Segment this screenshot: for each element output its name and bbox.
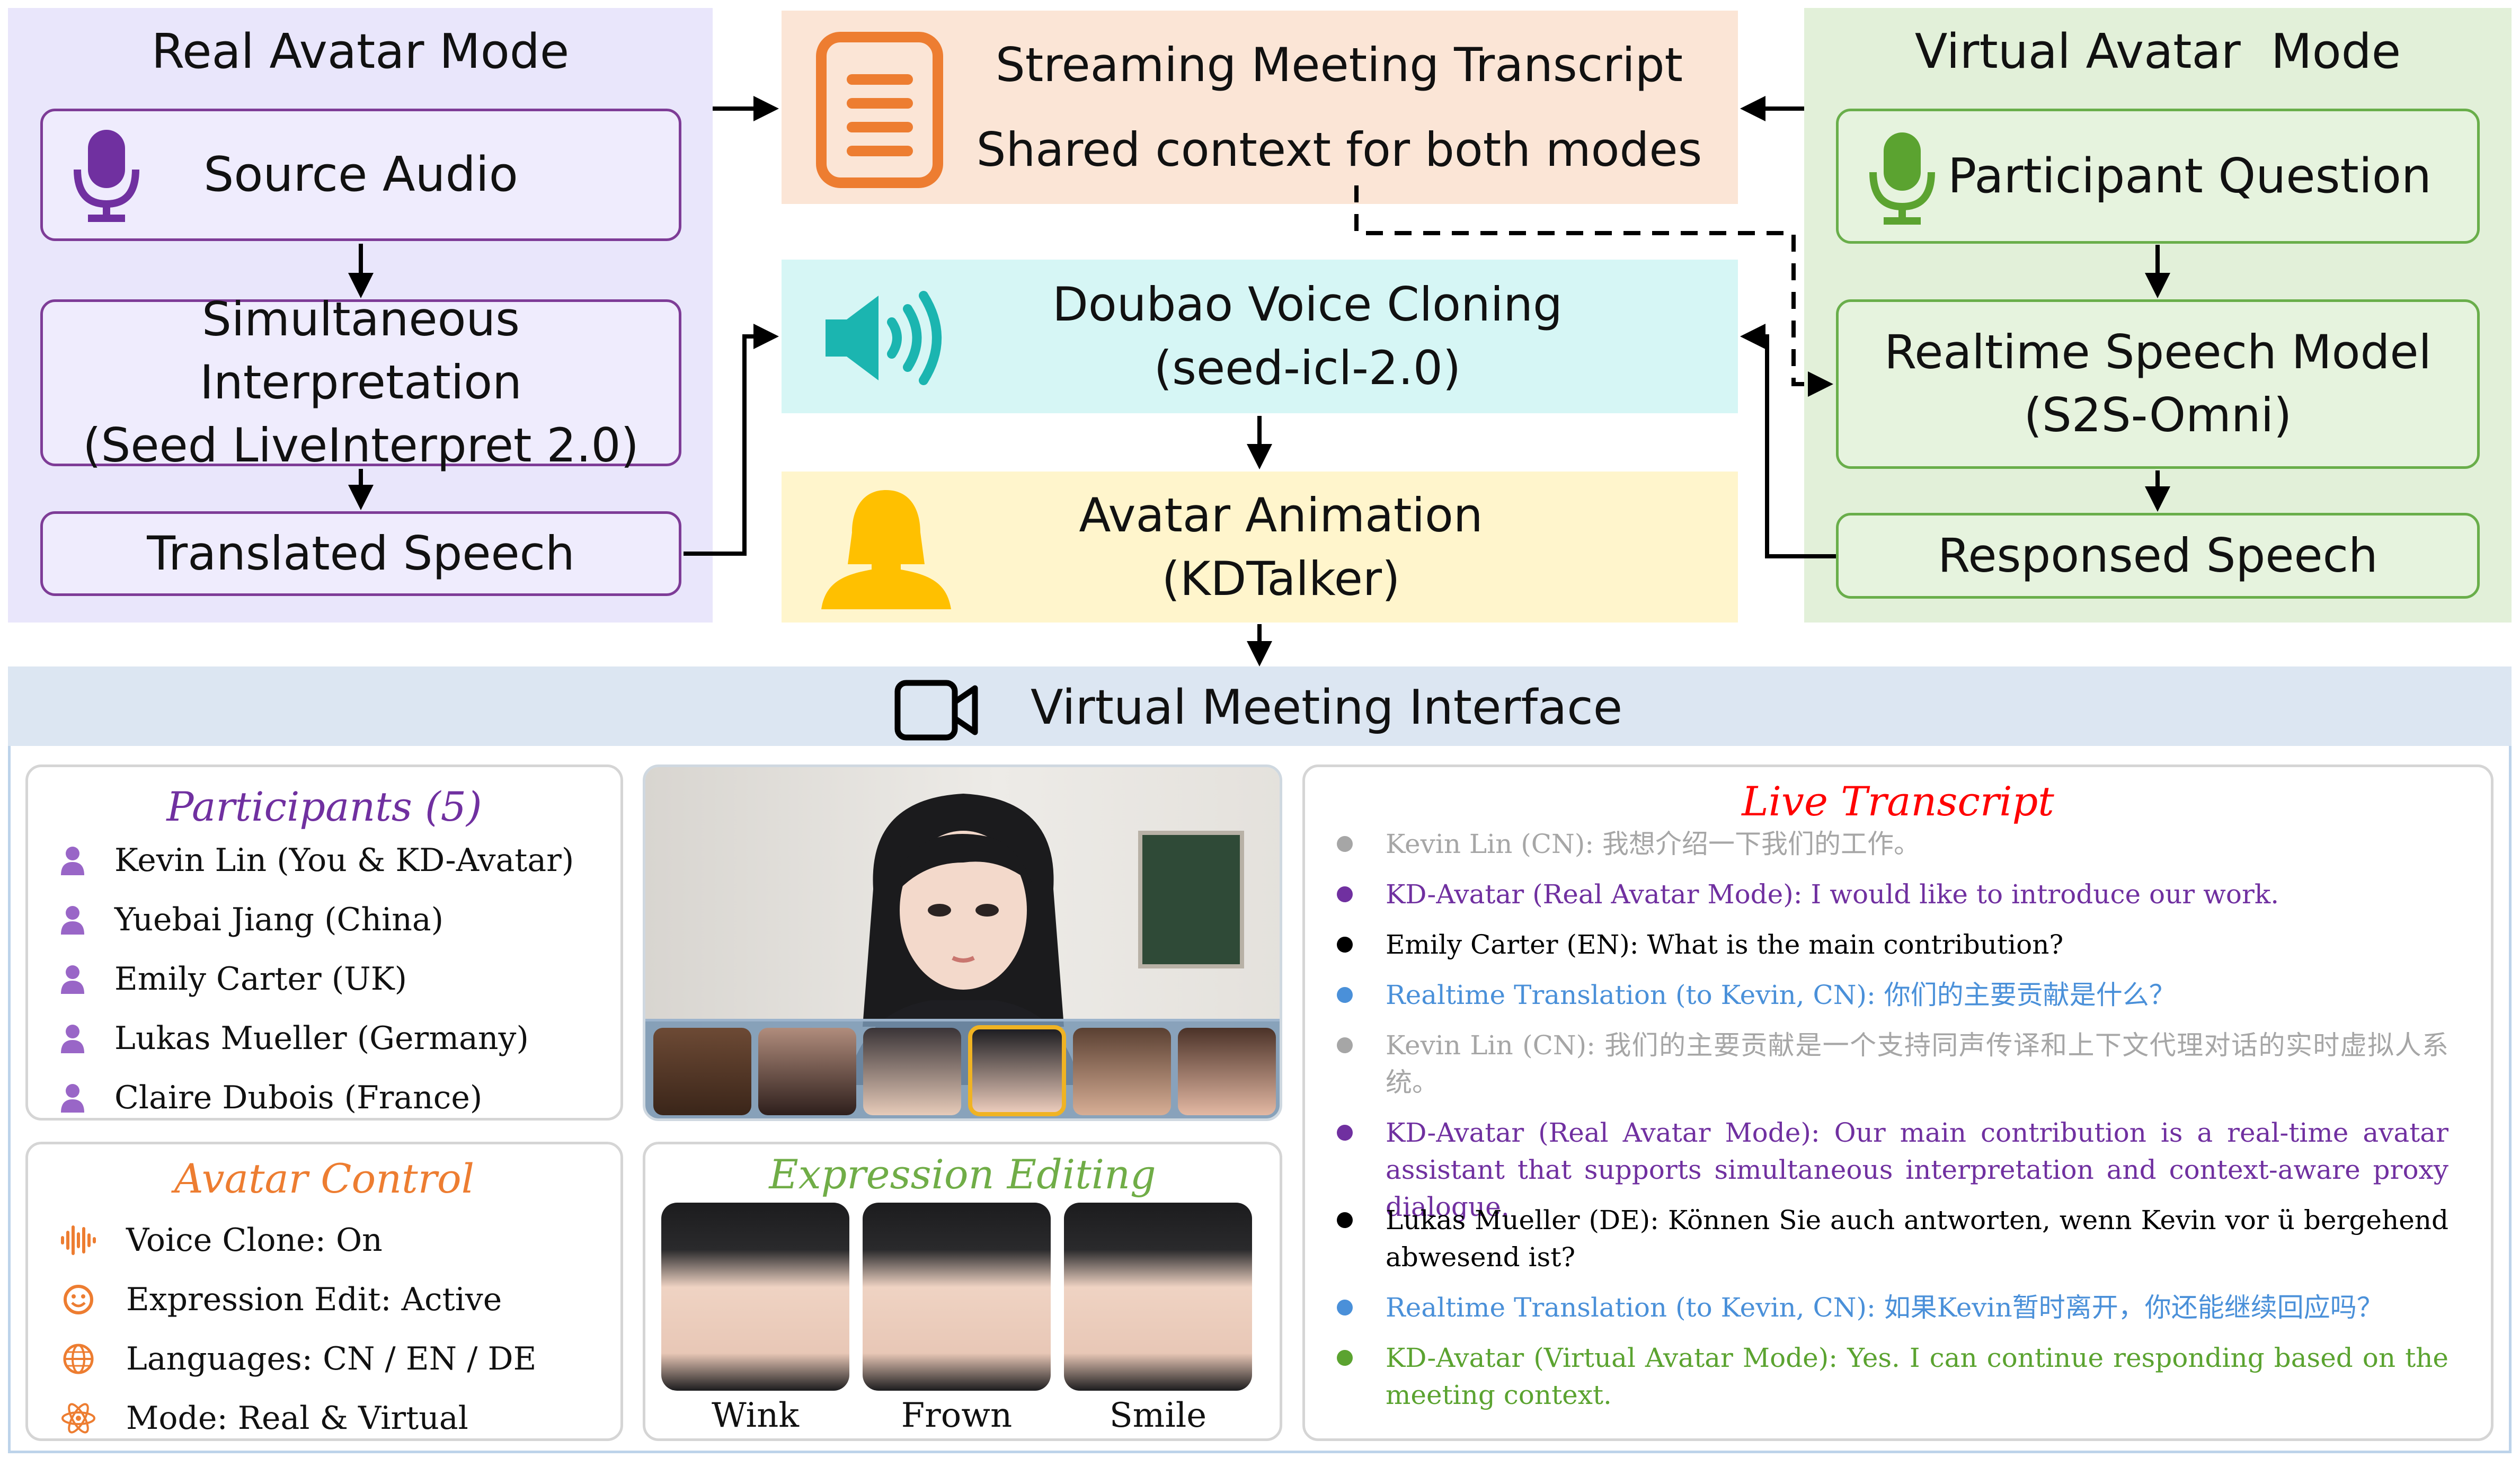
languages-status[interactable]: Languages: CN / EN / DE <box>60 1329 610 1389</box>
dashed-context-arrow <box>1354 185 1833 397</box>
globe-icon <box>63 1344 94 1374</box>
main-video-frame[interactable] <box>643 764 1282 1121</box>
live-transcript-title: Live Transcript <box>1742 778 2054 825</box>
participant-item[interactable]: Lukas Mueller (Germany) <box>60 1009 610 1068</box>
atom-icon <box>61 1403 95 1434</box>
participant-item[interactable]: Claire Dubois (France) <box>60 1068 610 1127</box>
transcript-line: Realtime Translation (to Kevin, CN): 如果K… <box>1337 1289 2448 1326</box>
expression-label-wink: Wink <box>711 1396 800 1435</box>
participant-name: Claire Dubois (France) <box>114 1079 483 1116</box>
avatar-control-card: Avatar Control Voice Clone: On Expressio… <box>25 1142 623 1441</box>
expression-edit-status[interactable]: Expression Edit: Active <box>60 1270 610 1329</box>
avatar-control-title: Avatar Control <box>174 1155 475 1202</box>
participant-thumbnail[interactable] <box>1178 1028 1276 1115</box>
participant-thumbnail-selected[interactable] <box>968 1025 1066 1116</box>
user-icon <box>61 1024 84 1053</box>
participants-title: Participants (5) <box>166 783 482 830</box>
mode-status[interactable]: Mode: Real & Virtual <box>60 1389 610 1448</box>
user-icon <box>61 905 84 935</box>
transcript-line: Kevin Lin (CN): 我们的主要贡献是一个支持同声传译和上下文代理对话… <box>1337 1027 2448 1101</box>
expression-frown-image[interactable] <box>863 1203 1051 1391</box>
participant-thumbnail[interactable] <box>863 1028 961 1115</box>
expression-label-frown: Frown <box>901 1396 1013 1435</box>
avatar-control-text: Voice Clone: On <box>126 1222 383 1259</box>
user-icon <box>61 1083 84 1113</box>
transcript-line: Realtime Translation (to Kevin, CN): 你们的… <box>1337 976 2448 1014</box>
expression-wink-image[interactable] <box>661 1203 849 1391</box>
participant-name: Kevin Lin (You & KD-Avatar) <box>114 842 574 879</box>
participants-card: Participants (5) Kevin Lin (You & KD-Ava… <box>25 764 623 1121</box>
participant-item[interactable]: Yuebai Jiang (China) <box>60 890 610 949</box>
transcript-line: Emily Carter (EN): What is the main cont… <box>1337 926 2448 963</box>
participant-thumbnail[interactable] <box>758 1028 856 1115</box>
expression-smile-image[interactable] <box>1064 1203 1252 1391</box>
video-camera-icon <box>894 680 978 741</box>
flow-connectors <box>348 96 2170 666</box>
participant-thumbnail[interactable] <box>1073 1028 1171 1115</box>
arrow-responsed-to-voice <box>1740 324 1836 558</box>
arrow-translated-to-voice <box>684 324 779 556</box>
participant-name: Lukas Mueller (Germany) <box>114 1020 529 1057</box>
live-transcript-card: Live Transcript Kevin Lin (CN): 我想介绍一下我们… <box>1302 764 2494 1441</box>
transcript-line: KD-Avatar (Virtual Avatar Mode): Yes. I … <box>1337 1339 2448 1413</box>
transcript-line: Kevin Lin (CN): 我想介绍一下我们的工作。 <box>1337 825 2448 863</box>
transcript-line: KD-Avatar (Real Avatar Mode): I would li… <box>1337 876 2448 913</box>
expression-editing-card: Expression Editing Wink Frown Smile <box>643 1142 1282 1441</box>
participant-item[interactable]: Emily Carter (UK) <box>60 949 610 1009</box>
chalkboard <box>1138 831 1244 968</box>
avatar-control-text: Expression Edit: Active <box>126 1281 502 1318</box>
expression-label-smile: Smile <box>1109 1396 1207 1435</box>
avatar-control-text: Mode: Real & Virtual <box>126 1400 468 1437</box>
transcript-line: Lukas Mueller (DE): Können Sie auch antw… <box>1337 1202 2448 1276</box>
interface-title: Virtual Meeting Interface <box>1031 680 1623 735</box>
user-icon <box>61 846 84 875</box>
waveform-icon <box>61 1225 96 1255</box>
participant-name: Yuebai Jiang (China) <box>114 901 444 938</box>
participant-item[interactable]: Kevin Lin (You & KD-Avatar) <box>60 831 610 890</box>
participant-thumbnail[interactable] <box>653 1028 751 1115</box>
smiley-icon <box>64 1285 93 1314</box>
expression-editing-title: Expression Editing <box>769 1151 1156 1198</box>
user-icon <box>61 965 84 994</box>
avatar-control-text: Languages: CN / EN / DE <box>126 1340 537 1377</box>
voice-clone-status[interactable]: Voice Clone: On <box>60 1211 610 1270</box>
participant-name: Emily Carter (UK) <box>114 961 407 998</box>
